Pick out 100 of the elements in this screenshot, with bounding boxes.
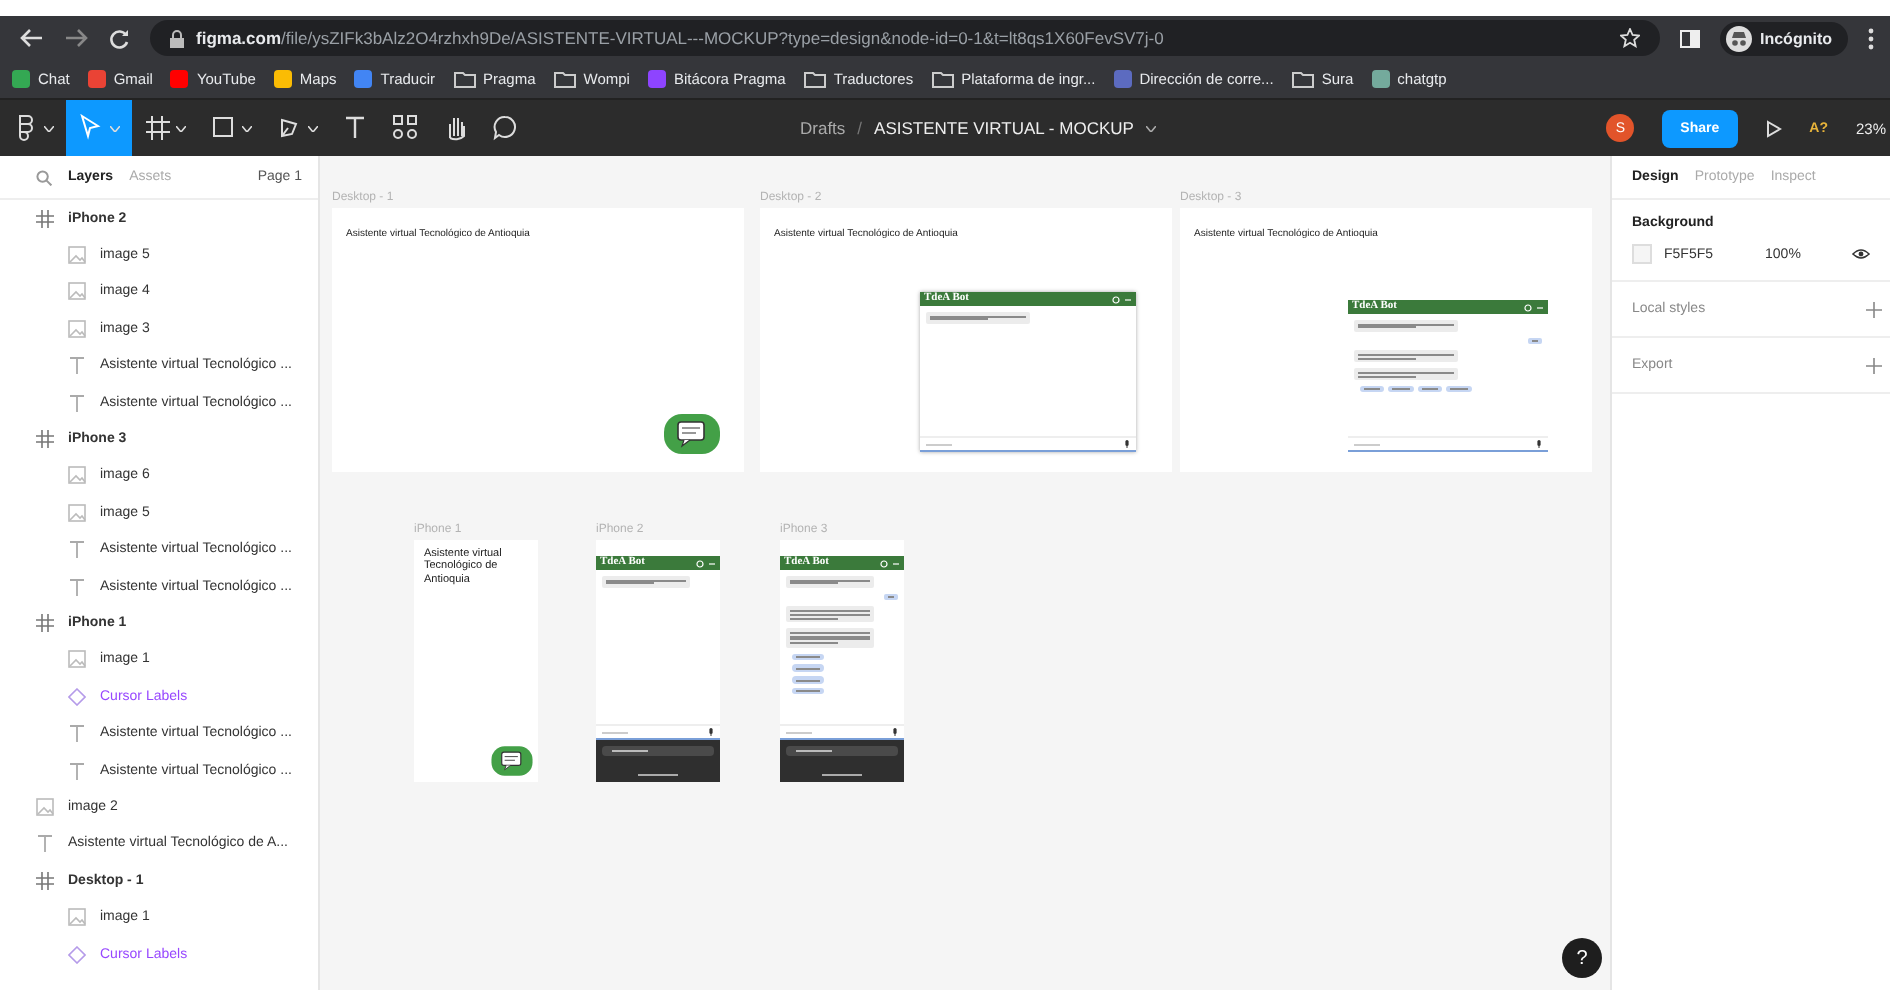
text-layer-icon xyxy=(68,540,86,559)
image-icon xyxy=(36,797,54,816)
profile-button[interactable]: Incógnito xyxy=(1720,21,1848,55)
message-bubble xyxy=(884,593,898,601)
image-icon xyxy=(68,650,86,669)
add-icon[interactable] xyxy=(1866,301,1882,317)
microphone-icon xyxy=(892,728,898,736)
message-bubble xyxy=(1354,368,1458,380)
minimize-icon xyxy=(708,559,716,567)
site-icon xyxy=(1371,70,1390,88)
folder-icon xyxy=(553,70,576,88)
caret-icon xyxy=(176,125,186,131)
rectangle-tool-icon xyxy=(210,114,236,142)
message-field[interactable] xyxy=(920,436,1136,452)
help-button[interactable]: ? xyxy=(1562,938,1602,978)
move-tool-icon xyxy=(78,114,104,142)
message-bubble xyxy=(602,576,690,588)
lock-icon xyxy=(170,29,184,47)
search-icon[interactable] xyxy=(36,169,52,185)
text-layer-icon xyxy=(68,356,86,375)
file-title[interactable]: ASISTENTE VIRTUAL - MOCKUP xyxy=(874,118,1134,138)
message-bubble xyxy=(1528,337,1542,345)
suggestion-chip[interactable] xyxy=(792,687,824,695)
message-bubble xyxy=(786,606,874,623)
microphone-icon xyxy=(1536,440,1542,448)
text-layer-icon xyxy=(68,577,86,596)
message-field[interactable] xyxy=(1348,436,1548,452)
text-layer-icon xyxy=(36,834,54,853)
folder-icon xyxy=(453,70,475,88)
image-icon xyxy=(68,246,86,265)
frame-tool-icon xyxy=(144,114,170,142)
site-icon xyxy=(12,70,30,88)
suggestion-chip[interactable] xyxy=(792,664,824,673)
pen-tool-icon xyxy=(276,114,302,142)
frame-icon xyxy=(36,871,54,890)
image-icon xyxy=(68,319,86,338)
caret-icon[interactable] xyxy=(1145,125,1156,131)
message-bubble xyxy=(1354,320,1458,332)
suggestion-chip[interactable] xyxy=(792,676,824,684)
site-icon xyxy=(647,70,666,88)
color-swatch[interactable] xyxy=(1632,244,1652,264)
reload-icon[interactable] xyxy=(108,27,130,49)
frame-icon xyxy=(36,209,54,228)
caret-icon xyxy=(44,125,54,131)
site-icon xyxy=(354,70,373,88)
suggestion-chip[interactable] xyxy=(1417,385,1443,393)
minimize-icon xyxy=(892,559,900,567)
site-icon xyxy=(1113,70,1132,88)
image-icon xyxy=(68,466,86,485)
forward-icon[interactable] xyxy=(64,28,88,48)
folder-icon xyxy=(931,70,954,88)
breadcrumb-separator: / xyxy=(857,118,863,138)
site-icon xyxy=(170,70,189,88)
image-icon xyxy=(68,282,86,301)
chat-button-icon[interactable] xyxy=(490,744,534,778)
message-field[interactable] xyxy=(780,724,904,740)
suggestion-chip[interactable] xyxy=(792,653,824,661)
folder-icon xyxy=(803,70,826,88)
image-icon xyxy=(68,503,86,522)
caret-icon xyxy=(308,125,318,131)
minimize-icon xyxy=(1536,303,1544,311)
breadcrumb-link[interactable]: Drafts xyxy=(800,118,846,138)
eye-icon[interactable] xyxy=(1852,248,1870,260)
incognito-icon xyxy=(1726,25,1752,51)
add-icon[interactable] xyxy=(1866,357,1882,373)
url-text: figma.com/file/ysZIFk3bAlz2O4rzhxh9De/ASISTENTE-VIRTUAL---MOCKUP?type=design&node-id=0-1&t=lt8qs1X60FevSV7j-0 xyxy=(196,28,1166,48)
frame-icon xyxy=(36,613,54,632)
site-icon xyxy=(87,70,106,88)
site-icon xyxy=(273,70,292,88)
comment-icon xyxy=(492,114,518,142)
microphone-icon xyxy=(708,728,714,736)
text-tool-icon xyxy=(342,114,368,142)
suggestion-chip[interactable] xyxy=(1388,385,1414,393)
message-bubble xyxy=(786,628,874,648)
minimize-icon xyxy=(1124,295,1132,303)
image-icon xyxy=(68,908,86,927)
text-layer-icon xyxy=(68,724,86,743)
text-layer-icon xyxy=(68,393,86,412)
suggestion-chip[interactable] xyxy=(1360,385,1385,393)
text-layer-icon xyxy=(68,761,86,780)
message-field[interactable] xyxy=(596,724,720,740)
message-bubble xyxy=(1354,350,1458,363)
component-icon xyxy=(68,945,86,963)
more-icon[interactable] xyxy=(1868,27,1874,49)
star-icon[interactable] xyxy=(1620,28,1640,48)
frame-icon xyxy=(36,430,54,449)
mobile-browser-bar xyxy=(596,740,720,782)
back-icon[interactable] xyxy=(20,28,44,48)
chat-button-icon[interactable] xyxy=(662,412,722,456)
caret-icon xyxy=(110,125,120,131)
microphone-icon xyxy=(1124,440,1130,448)
sidebar-icon[interactable] xyxy=(1680,29,1700,47)
message-bubble xyxy=(786,576,874,588)
mobile-browser-bar xyxy=(780,740,904,782)
component-icon xyxy=(68,687,86,706)
url-field[interactable]: figma.com/file/ysZIFk3bAlz2O4rzhxh9De/ASISTENTE-VIRTUAL---MOCKUP?type=design&node-id=0-1&t=lt8qs1X60FevSV7j-0 xyxy=(150,20,1660,56)
caret-icon xyxy=(242,125,252,131)
components-icon xyxy=(392,114,418,142)
suggestion-chip[interactable] xyxy=(1446,385,1472,393)
present-icon[interactable] xyxy=(1765,119,1782,137)
